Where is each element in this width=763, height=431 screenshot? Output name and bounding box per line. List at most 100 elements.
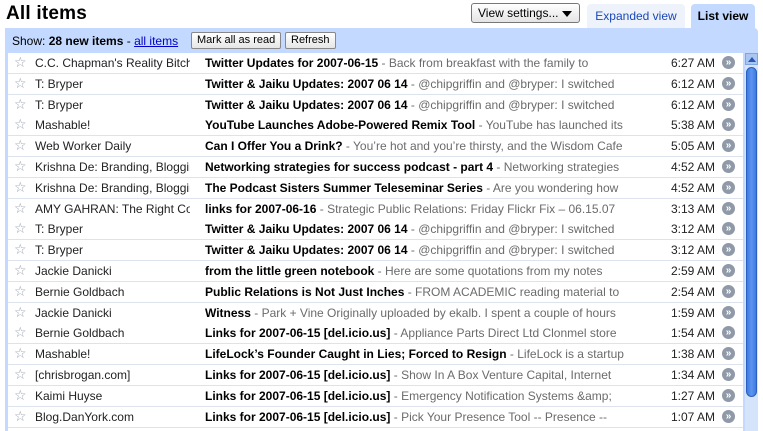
item-snippet: - Are you wondering how (482, 181, 619, 195)
star-icon[interactable]: ☆ (14, 159, 28, 173)
list-item[interactable]: ☆ [chrisbrogan.com] Links for 2007-06-15 [… (8, 365, 743, 386)
mark-all-read-button[interactable]: Mark all as read (191, 32, 282, 49)
list-item[interactable]: ☆ Bernie Goldbach Links for 2007-06-15 [de… (8, 323, 743, 344)
item-entry: Networking strategies for success podcas… (205, 160, 631, 174)
star-icon[interactable]: ☆ (14, 97, 28, 111)
star-icon[interactable]: ☆ (14, 242, 28, 256)
star-icon[interactable]: ☆ (14, 367, 28, 381)
scrollbar[interactable] (745, 53, 758, 431)
star-icon[interactable]: ☆ (14, 55, 28, 69)
all-items-link[interactable]: all items (134, 34, 178, 48)
star-icon[interactable]: ☆ (14, 221, 28, 235)
item-time: 1:34 AM (670, 368, 715, 382)
star-icon[interactable]: ☆ (14, 263, 28, 277)
item-title: Links for 2007-06-15 [del.icio.us] (205, 410, 391, 424)
open-item-chevron-icon[interactable]: » (722, 306, 735, 319)
open-item-chevron-icon[interactable]: » (722, 243, 735, 256)
star-icon[interactable]: ☆ (14, 117, 28, 131)
item-source: C.C. Chapman's Reality Bitch (35, 56, 190, 70)
list-item[interactable]: ☆ T: Bryper Twitter & Jaiku Updates: 2007 … (8, 240, 743, 261)
open-item-chevron-icon[interactable]: » (722, 410, 735, 423)
open-item-chevron-icon[interactable]: » (722, 77, 735, 90)
star-icon[interactable]: ☆ (14, 388, 28, 402)
open-item-chevron-icon[interactable]: » (722, 326, 735, 339)
star-icon[interactable]: ☆ (14, 138, 28, 152)
star-icon[interactable]: ☆ (14, 305, 28, 319)
item-title: Links for 2007-06-15 [del.icio.us] (205, 368, 391, 382)
open-item-chevron-icon[interactable]: » (722, 347, 735, 360)
item-list-frame: ☆ C.C. Chapman's Reality Bitch Twitter Upd… (5, 51, 758, 431)
open-item-chevron-icon[interactable]: » (722, 118, 735, 131)
item-title: Twitter Updates for 2007-06-15 (205, 56, 379, 70)
list-item[interactable]: ☆ T: Bryper Twitter & Jaiku Updates: 2007 … (8, 74, 743, 95)
list-item[interactable]: ☆ Bernie Goldbach Public Relations is Not … (8, 282, 743, 303)
open-item-chevron-icon[interactable]: » (722, 202, 735, 215)
item-source: Krishna De: Branding, Blogging (35, 181, 190, 195)
item-entry: links for 2007-06-16 - Strategic Public … (205, 202, 631, 216)
item-snippet: - @chipgriffin and @bryper: I switched (407, 77, 615, 91)
item-entry: YouTube Launches Adobe-Powered Remix Too… (205, 118, 631, 132)
list-item[interactable]: ☆ Mashable! LifeLock’s Founder Caught in L… (8, 344, 743, 365)
item-snippet: - You’re hot and you’re thirsty, and the… (342, 139, 623, 153)
star-icon[interactable]: ☆ (14, 201, 28, 215)
list-item[interactable]: ☆ Jackie Danicki Witness - Park + Vine Ori… (8, 303, 743, 324)
refresh-button[interactable]: Refresh (285, 32, 336, 49)
list-item[interactable]: ☆ Kaimi Huyse Links for 2007-06-15 [del.ic… (8, 386, 743, 407)
open-item-chevron-icon[interactable]: » (722, 264, 735, 277)
list-item[interactable]: ☆ T: Bryper Twitter & Jaiku Updates: 2007 … (8, 219, 743, 240)
item-source: Mashable! (35, 118, 91, 132)
item-title: Twitter & Jaiku Updates: 2007 06 14 (205, 77, 408, 91)
tab-expanded-view[interactable]: Expanded view (587, 4, 685, 28)
item-source: T: Bryper (35, 243, 84, 257)
star-icon[interactable]: ☆ (14, 76, 28, 90)
item-source: Krishna De: Branding, Blogging (35, 160, 190, 174)
item-time: 4:52 AM (670, 181, 715, 195)
open-item-chevron-icon[interactable]: » (722, 389, 735, 402)
scroll-up-arrow-icon[interactable] (745, 53, 758, 65)
list-item[interactable]: ☆ C.C. Chapman's Reality Bitch Twitter Upd… (8, 53, 743, 74)
item-entry: Links for 2007-06-15 [del.icio.us] - App… (205, 326, 631, 340)
scroll-thumb[interactable] (746, 67, 757, 397)
item-title: Networking strategies for success podcas… (205, 160, 494, 174)
item-source: Kaimi Huyse (35, 389, 103, 403)
item-snippet: - @chipgriffin and @bryper: I switched (407, 98, 615, 112)
item-source: T: Bryper (35, 77, 84, 91)
list-item[interactable]: ☆ Blog.DanYork.com Links for 2007-06-15 [d… (8, 407, 743, 428)
item-snippet: - Here are some quotations from my notes (374, 264, 603, 278)
list-item[interactable]: ☆ Jackie Danicki from the little green not… (8, 261, 743, 282)
star-icon[interactable]: ☆ (14, 284, 28, 298)
open-item-chevron-icon[interactable]: » (722, 368, 735, 381)
list-item[interactable]: ☆ AMY GAHRAN: The Right Conversation links… (8, 199, 743, 220)
star-icon[interactable]: ☆ (14, 346, 28, 360)
item-entry: Can I Offer You a Drink? - You’re hot an… (205, 139, 631, 153)
item-title: Links for 2007-06-15 [del.icio.us] (205, 326, 391, 340)
open-item-chevron-icon[interactable]: » (722, 181, 735, 194)
list-item[interactable]: ☆ Krishna De: Branding, Blogging The Podca… (8, 178, 743, 199)
open-item-chevron-icon[interactable]: » (722, 139, 735, 152)
open-item-chevron-icon[interactable]: » (722, 222, 735, 235)
item-title: from the little green notebook (205, 264, 375, 278)
item-snippet: - YouTube has launched its (475, 118, 623, 132)
open-item-chevron-icon[interactable]: » (722, 56, 735, 69)
open-item-chevron-icon[interactable]: » (722, 98, 735, 111)
star-icon[interactable]: ☆ (14, 325, 28, 339)
show-separator: - (123, 34, 135, 48)
item-entry: Witness - Park + Vine Originally uploade… (205, 306, 631, 320)
list-item[interactable]: ☆ Web Worker Daily Can I Offer You a Drink… (8, 136, 743, 157)
item-title: Twitter & Jaiku Updates: 2007 06 14 (205, 98, 408, 112)
list-item[interactable]: ☆ Krishna De: Branding, Blogging Networkin… (8, 157, 743, 178)
item-entry: Links for 2007-06-15 [del.icio.us] - Eme… (205, 389, 631, 403)
view-settings-dropdown[interactable]: View settings... (471, 3, 580, 23)
item-snippet: - Networking strategies (493, 160, 620, 174)
star-icon[interactable]: ☆ (14, 409, 28, 423)
tab-list-view[interactable]: List view (691, 4, 755, 28)
item-list[interactable]: ☆ C.C. Chapman's Reality Bitch Twitter Upd… (8, 53, 743, 431)
open-item-chevron-icon[interactable]: » (722, 285, 735, 298)
item-entry: Links for 2007-06-15 [del.icio.us] - Pic… (205, 410, 631, 424)
toolbar: Show: 28 new items - all items Mark all … (5, 28, 758, 51)
open-item-chevron-icon[interactable]: » (722, 160, 735, 173)
item-entry: Twitter & Jaiku Updates: 2007 06 14 - @c… (205, 77, 631, 91)
list-item[interactable]: ☆ Mashable! YouTube Launches Adobe-Powered… (8, 115, 743, 136)
star-icon[interactable]: ☆ (14, 180, 28, 194)
list-item[interactable]: ☆ T: Bryper Twitter & Jaiku Updates: 2007 … (8, 95, 743, 116)
